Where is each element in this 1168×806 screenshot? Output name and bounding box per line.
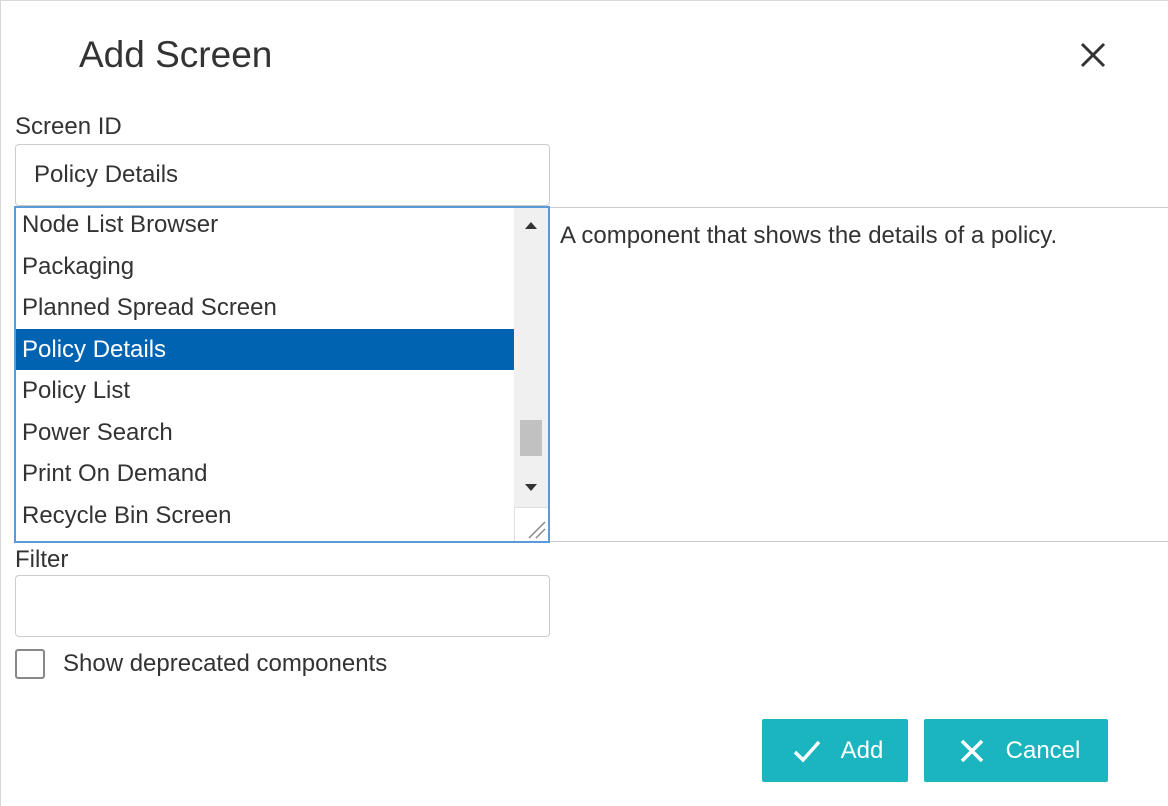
add-screen-dialog: Add Screen Screen ID Node List BrowserPa… — [0, 0, 1168, 806]
show-deprecated-label: Show deprecated components — [63, 650, 388, 677]
component-list-items: Node List Browser Packaging Planned Spread… — [16, 208, 516, 537]
filter-label: Filter — [15, 546, 69, 573]
component-list-item[interactable]: Planned Spread Screen — [16, 287, 516, 329]
show-deprecated-option[interactable]: Show deprecated components — [15, 647, 387, 681]
checkmark-icon — [787, 731, 827, 771]
scroll-up-button[interactable] — [514, 208, 548, 242]
component-list-item[interactable]: Policy List — [16, 370, 516, 412]
screen-id-input[interactable] — [15, 144, 550, 206]
show-deprecated-checkbox[interactable] — [15, 649, 45, 679]
triangle-down-icon — [525, 484, 537, 491]
cancel-button[interactable]: Cancel — [924, 719, 1108, 782]
add-button[interactable]: Add — [762, 719, 908, 782]
dialog-title: Add Screen — [79, 34, 273, 75]
resize-grip-icon — [528, 521, 546, 539]
component-list-item[interactable]: Print On Demand — [16, 453, 516, 495]
screen-id-label: Screen ID — [15, 113, 122, 140]
component-list-item[interactable]: Node List Browser — [16, 208, 516, 246]
scroll-down-button[interactable] — [514, 470, 548, 504]
triangle-up-icon — [525, 222, 537, 229]
scroll-thumb[interactable] — [520, 420, 542, 456]
component-list[interactable]: Node List Browser Packaging Planned Spread… — [14, 206, 550, 543]
close-icon — [1080, 42, 1106, 68]
component-description: A component that shows the details of a … — [560, 222, 1058, 249]
add-button-label: Add — [840, 736, 884, 764]
component-list-item[interactable]: Recycle Bin Screen — [16, 495, 516, 537]
component-list-item[interactable]: Power Search — [16, 412, 516, 454]
component-list-item[interactable]: Policy Details — [16, 328, 516, 370]
resize-handle[interactable] — [514, 507, 548, 541]
cancel-button-label: Cancel — [1005, 736, 1081, 764]
filter-input[interactable] — [15, 575, 550, 637]
component-list-item[interactable]: Packaging — [16, 246, 516, 288]
description-panel: A component that shows the details of a … — [550, 207, 1168, 542]
close-button[interactable] — [1069, 31, 1117, 79]
list-scrollbar[interactable] — [514, 208, 548, 541]
x-icon — [952, 731, 992, 771]
